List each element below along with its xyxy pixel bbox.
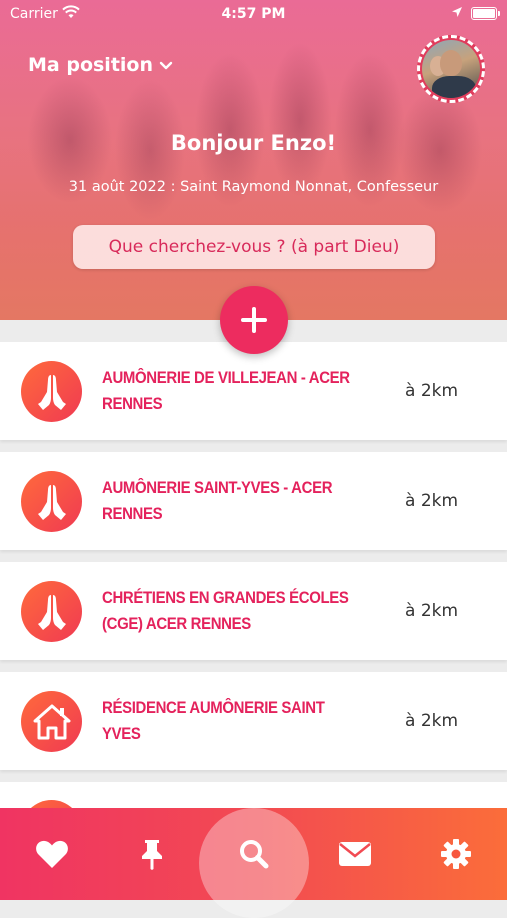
gear-icon: [441, 839, 471, 869]
profile-avatar[interactable]: [417, 35, 485, 103]
status-bar: Carrier 4:57 PM: [0, 0, 507, 28]
item-distance: à 2km: [405, 601, 459, 621]
search-placeholder: Que cherchez-vous ? (à part Dieu): [108, 237, 400, 257]
search-input[interactable]: Que cherchez-vous ? (à part Dieu): [73, 225, 435, 269]
clock: 4:57 PM: [221, 6, 286, 22]
praying-hands-icon: [21, 471, 82, 532]
tab-settings[interactable]: [416, 808, 496, 900]
avatar-photo: [422, 40, 480, 98]
chevron-down-icon: [159, 54, 173, 76]
mail-icon: [339, 842, 371, 866]
date-saint-line: 31 août 2022 : Saint Raymond Nonnat, Con…: [68, 179, 439, 195]
item-title: AUMÔNERIE DE VILLEJEAN - ACER RENNES: [102, 368, 350, 413]
item-distance: à 2km: [405, 491, 459, 511]
tab-messages[interactable]: [315, 808, 395, 900]
tab-pinned[interactable]: [112, 808, 192, 900]
item-title: RÉSIDENCE AUMÔNERIE SAINT YVES: [102, 698, 325, 743]
location-arrow-icon: [451, 6, 463, 22]
greeting-title: Bonjour Enzo!: [170, 131, 337, 155]
tab-bar: [0, 808, 507, 918]
tab-favorites[interactable]: [12, 808, 92, 900]
list-item[interactable]: AUMÔNERIE DE VILLEJEAN - ACER RENNES à 2…: [0, 342, 507, 440]
header-banner: Carrier 4:57 PM Ma position Bonjour Enzo…: [0, 0, 507, 320]
praying-hands-icon: [21, 581, 82, 642]
plus-icon: [241, 307, 267, 333]
item-distance: à 2km: [405, 711, 459, 731]
heart-icon: [36, 840, 68, 868]
battery-icon: [471, 7, 500, 20]
add-button[interactable]: [220, 286, 288, 354]
item-title: AUMÔNERIE SAINT-YVES - ACER RENNES: [102, 478, 333, 523]
search-icon: [240, 840, 269, 869]
position-label: Ma position: [28, 54, 153, 76]
house-icon: [21, 691, 82, 752]
position-selector[interactable]: Ma position: [28, 54, 173, 76]
tab-search[interactable]: [214, 808, 294, 900]
pin-icon: [142, 840, 162, 870]
praying-hands-icon: [21, 361, 82, 422]
list-item[interactable]: CHRÉTIENS EN GRANDES ÉCOLES (CGE) ACER R…: [0, 562, 507, 660]
item-distance: à 2km: [405, 381, 459, 401]
item-title: CHRÉTIENS EN GRANDES ÉCOLES (CGE) ACER R…: [102, 588, 349, 633]
list-item[interactable]: RÉSIDENCE AUMÔNERIE SAINT YVES à 2km: [0, 672, 507, 770]
list-item[interactable]: AUMÔNERIE SAINT-YVES - ACER RENNES à 2km: [0, 452, 507, 550]
